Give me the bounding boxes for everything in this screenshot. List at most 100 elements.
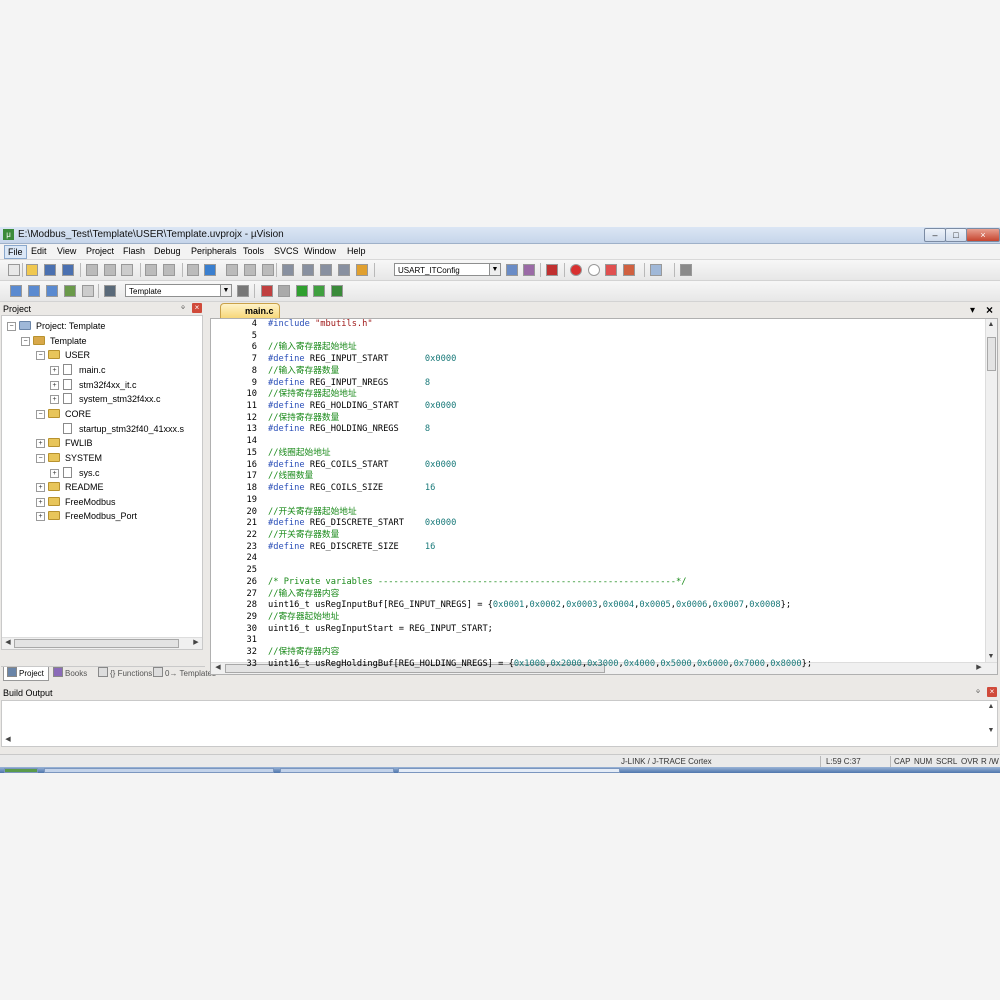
scroll-left-icon[interactable]: ◀	[3, 735, 13, 745]
scroll-left-icon[interactable]: ◀	[3, 638, 13, 648]
menu-peripherals[interactable]: Peripherals	[188, 245, 240, 257]
menu-svcs[interactable]: SVCS	[271, 245, 302, 257]
collapse-icon[interactable]: −	[36, 351, 45, 361]
maximize-button[interactable]: □	[945, 228, 967, 242]
expand-icon[interactable]: +	[50, 365, 59, 375]
breakpoint-disable-icon[interactable]	[588, 264, 600, 276]
manage-components-icon[interactable]	[261, 285, 273, 297]
target-select[interactable]: Template ▼	[125, 284, 232, 297]
collapse-icon[interactable]: −	[7, 322, 16, 331]
close-panel-button[interactable]: ×	[192, 303, 202, 313]
scroll-right-icon[interactable]: ▶	[191, 638, 201, 648]
taskbar-item[interactable]	[280, 768, 394, 773]
tab-menu-icon[interactable]: ▾	[970, 305, 975, 316]
pin-icon[interactable]: ᛜ	[178, 303, 188, 313]
indent-icon[interactable]	[282, 264, 294, 276]
scroll-thumb[interactable]	[987, 337, 996, 371]
configure-icon[interactable]	[680, 264, 692, 276]
menu-help[interactable]: Help	[344, 245, 369, 257]
open-folder-icon[interactable]	[26, 264, 38, 276]
expand-icon[interactable]: +	[36, 483, 45, 493]
scroll-up-icon[interactable]: ▲	[986, 702, 996, 712]
uncomment-icon[interactable]	[338, 264, 350, 276]
stop-build-icon[interactable]	[82, 285, 94, 297]
save-icon[interactable]	[44, 264, 56, 276]
chevron-down-icon[interactable]: ▼	[489, 264, 500, 275]
find-in-files-icon[interactable]	[356, 264, 368, 276]
expand-icon[interactable]: +	[36, 439, 45, 449]
scroll-down-icon[interactable]: ▼	[986, 726, 996, 736]
incremental-find-icon[interactable]	[523, 264, 535, 276]
unindent-icon[interactable]	[302, 264, 314, 276]
bookmark-icon[interactable]	[204, 264, 216, 276]
tab-functions[interactable]: {} Functions	[95, 667, 152, 680]
tab-project[interactable]: Project	[3, 667, 49, 681]
breakpoint-clear-icon[interactable]	[623, 264, 635, 276]
collapse-icon[interactable]: −	[36, 453, 45, 463]
save-all-icon[interactable]	[62, 264, 74, 276]
tree-horizontal-scrollbar[interactable]: ◀ ▶	[2, 637, 202, 649]
collapse-icon[interactable]: −	[21, 336, 30, 346]
menu-project[interactable]: Project	[83, 245, 117, 257]
comment-icon[interactable]	[320, 264, 332, 276]
pin-icon[interactable]: ᛜ	[973, 687, 983, 697]
expand-icon[interactable]: +	[50, 395, 59, 405]
select-packs-icon[interactable]	[278, 285, 290, 297]
bookmark-clear-icon[interactable]	[262, 264, 274, 276]
code-editor[interactable]: ▲ ▼ ◀ ▶ 4 #include "mbutils.h" 5 6//输入寄存器起始…	[210, 318, 998, 675]
scroll-up-icon[interactable]: ▲	[986, 320, 996, 330]
copy-icon[interactable]	[104, 264, 116, 276]
menu-flash[interactable]: Flash	[120, 245, 148, 257]
rebuild-icon[interactable]	[46, 285, 58, 297]
breakpoint-icon[interactable]	[570, 264, 582, 276]
find-combo[interactable]: USART_ITConfig ▼	[394, 263, 501, 276]
undo-icon[interactable]	[145, 264, 157, 276]
expand-icon[interactable]: +	[50, 380, 59, 390]
flash-icon[interactable]	[331, 285, 343, 297]
breakpoint-kill-icon[interactable]	[605, 264, 617, 276]
nav-back-icon[interactable]	[187, 264, 199, 276]
cut-icon[interactable]	[86, 264, 98, 276]
debug-session-icon[interactable]	[546, 264, 558, 276]
expand-icon[interactable]: +	[50, 468, 59, 478]
pack-installer-icon[interactable]	[313, 285, 325, 297]
target-options-icon[interactable]	[237, 285, 249, 297]
close-tab-button[interactable]: ×	[986, 303, 993, 317]
build-output-pane[interactable]: ◀ ▲ ▼	[1, 700, 998, 747]
menu-view[interactable]: View	[54, 245, 79, 257]
taskbar-item-active[interactable]	[398, 768, 620, 773]
collapse-icon[interactable]: −	[36, 409, 45, 419]
minimize-button[interactable]: –	[924, 228, 946, 242]
run-time-env-icon[interactable]	[296, 285, 308, 297]
close-window-button[interactable]: ×	[966, 228, 1000, 242]
menu-edit[interactable]: Edit	[28, 245, 50, 257]
menu-tools[interactable]: Tools	[240, 245, 267, 257]
menu-debug[interactable]: Debug	[151, 245, 184, 257]
window-layout-icon[interactable]	[650, 264, 662, 276]
new-file-icon[interactable]	[8, 264, 20, 276]
menu-file[interactable]: File	[4, 245, 27, 259]
batch-build-icon[interactable]	[64, 285, 76, 297]
expand-icon[interactable]: +	[36, 497, 45, 507]
download-icon[interactable]	[104, 285, 116, 297]
paste-icon[interactable]	[121, 264, 133, 276]
find-icon[interactable]	[506, 264, 518, 276]
bookmark-next-icon[interactable]	[244, 264, 256, 276]
tab-books[interactable]: Books	[50, 667, 94, 680]
translate-icon[interactable]	[10, 285, 22, 297]
close-panel-button[interactable]: ×	[987, 687, 997, 697]
scroll-down-icon[interactable]: ▼	[986, 652, 996, 662]
menu-window[interactable]: Window	[301, 245, 339, 257]
expand-icon[interactable]: +	[36, 512, 45, 522]
redo-icon[interactable]	[163, 264, 175, 276]
editor-vertical-scrollbar[interactable]: ▲ ▼	[985, 319, 997, 674]
taskbar-item[interactable]	[44, 768, 274, 773]
tab-templates[interactable]: 0→ Templates	[150, 667, 216, 680]
start-button[interactable]	[4, 768, 38, 773]
build-icon[interactable]	[28, 285, 40, 297]
tab-main-c[interactable]: main.c	[220, 303, 280, 318]
scroll-thumb[interactable]	[14, 639, 179, 648]
chevron-down-icon[interactable]: ▼	[220, 285, 231, 296]
code-line: 19	[211, 495, 981, 507]
bookmark-prev-icon[interactable]	[226, 264, 238, 276]
